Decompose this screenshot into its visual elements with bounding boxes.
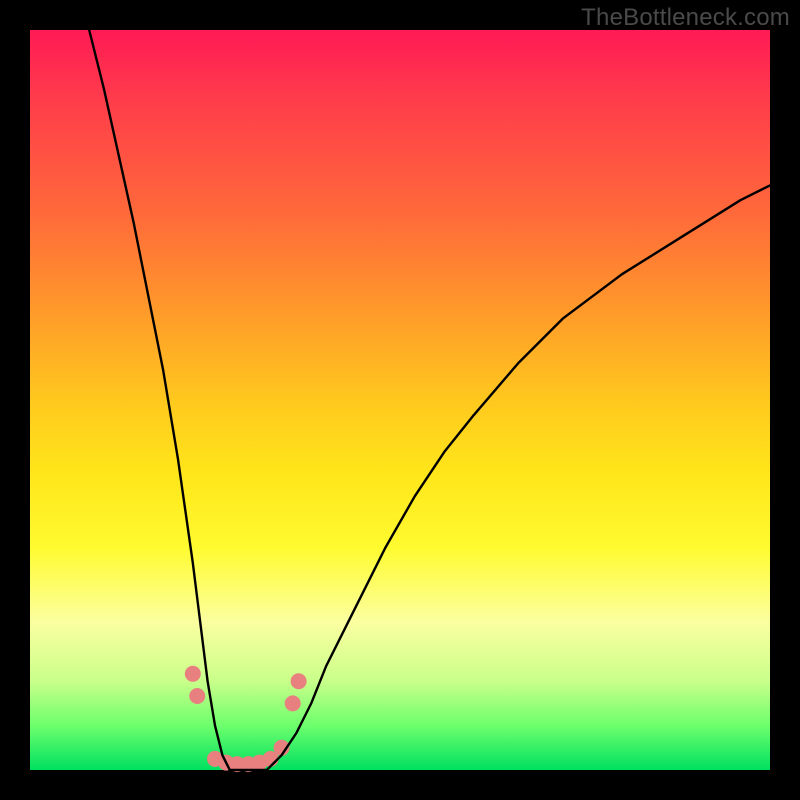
- marker-dot: [291, 673, 307, 689]
- marker-dot: [185, 666, 201, 682]
- marker-dot: [285, 695, 301, 711]
- series-curve: [89, 30, 770, 770]
- chart-frame: TheBottleneck.com: [0, 0, 800, 800]
- plot-area: [30, 30, 770, 770]
- watermark-text: TheBottleneck.com: [581, 4, 790, 32]
- chart-svg: [30, 30, 770, 770]
- marker-dot: [189, 688, 205, 704]
- curves-group: [89, 30, 770, 770]
- markers-group: [185, 666, 307, 772]
